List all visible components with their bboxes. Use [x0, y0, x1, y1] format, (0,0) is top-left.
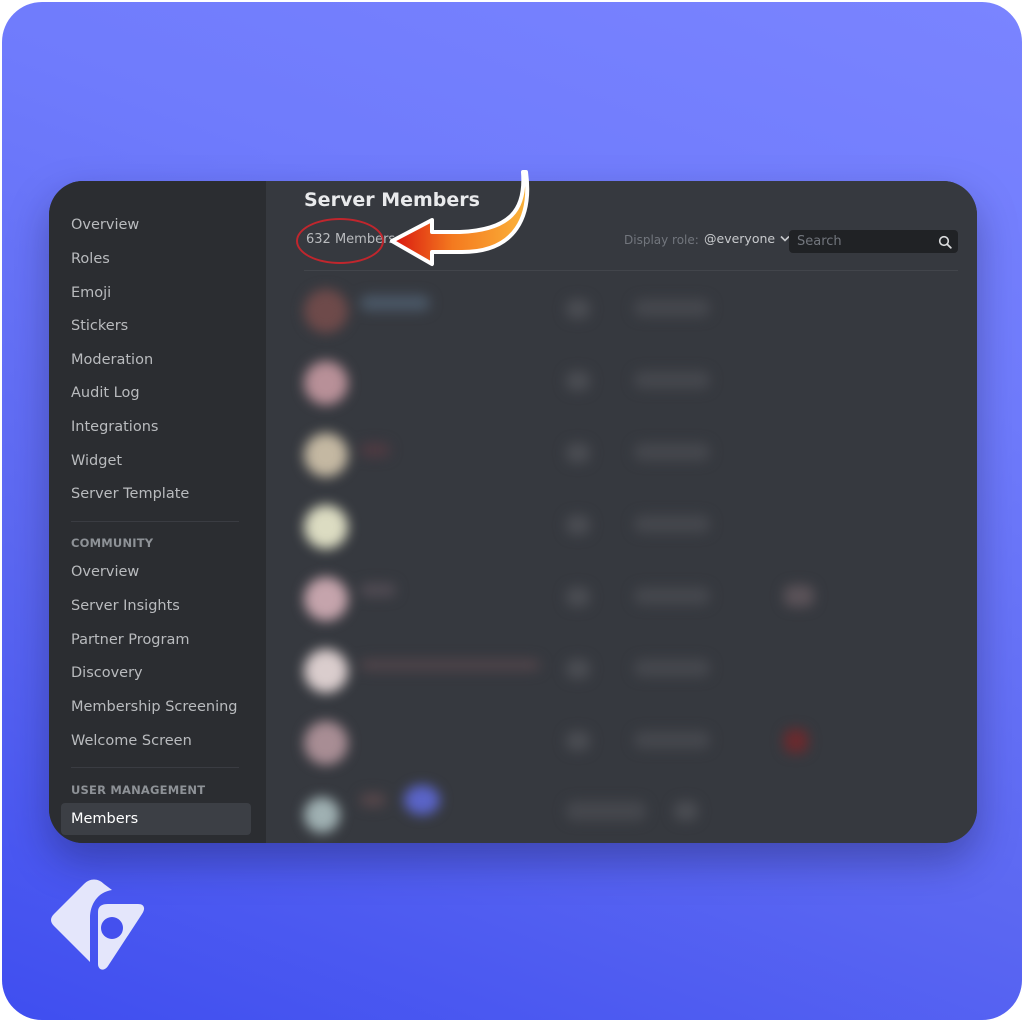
member-since [566, 443, 590, 463]
sidebar-item-label: Welcome Screen [71, 733, 192, 749]
avatar [304, 721, 348, 765]
sidebar-item-server-insights[interactable]: Server Insights [61, 590, 251, 622]
joined-date [634, 443, 710, 461]
sidebar-section-user-management: USER MANAGEMENT [71, 783, 206, 797]
member-badge [404, 785, 440, 815]
joined-date [634, 299, 710, 317]
sidebar-item-label: Overview [71, 217, 140, 233]
sidebar-item-label: Stickers [71, 318, 129, 334]
member-name [360, 793, 386, 807]
member-since [566, 299, 590, 319]
member-row[interactable] [304, 705, 958, 777]
avatar [304, 505, 348, 549]
sidebar-item-label: Discovery [71, 665, 143, 681]
settings-sidebar: Overview Roles Emoji Stickers Moderation… [49, 181, 266, 843]
member-row[interactable] [304, 273, 958, 345]
sidebar-item-partner-program[interactable]: Partner Program [61, 624, 251, 656]
sidebar-item-label: Moderation [71, 352, 154, 368]
avatar [304, 289, 348, 333]
joined-date [634, 515, 710, 533]
sidebar-item-label: Emoji [71, 285, 112, 301]
server-settings-window: Overview Roles Emoji Stickers Moderation… [49, 181, 977, 843]
avatar [304, 433, 348, 477]
member-name [360, 659, 540, 671]
sidebar-item-label: Partner Program [71, 632, 190, 648]
member-since [674, 801, 698, 821]
header-divider [304, 270, 958, 271]
member-list-blurred [304, 273, 958, 843]
member-since [566, 371, 590, 391]
sidebar-item-widget[interactable]: Widget [61, 445, 251, 477]
member-since [566, 731, 590, 751]
sidebar-item-overview[interactable]: Overview [61, 209, 251, 241]
avatar [304, 649, 348, 693]
sidebar-item-roles[interactable]: Roles [61, 243, 251, 275]
joined-date [634, 731, 710, 749]
sidebar-item-membership-screening[interactable]: Membership Screening [61, 691, 251, 723]
member-row[interactable] [304, 417, 958, 489]
sidebar-item-label: Membership Screening [71, 699, 238, 715]
sidebar-item-label: Overview [71, 564, 140, 580]
display-role-label: Display role: [624, 233, 699, 247]
sidebar-item-server-template[interactable]: Server Template [61, 478, 251, 510]
sidebar-item-label: Integrations [71, 419, 159, 435]
sidebar-item-welcome-screen[interactable]: Welcome Screen [61, 725, 251, 757]
sidebar-item-audit-log[interactable]: Audit Log [61, 377, 251, 409]
avatar [304, 361, 348, 405]
sidebar-item-label: Roles [71, 251, 110, 267]
member-since [566, 659, 590, 679]
sidebar-item-community-overview[interactable]: Overview [61, 556, 251, 588]
member-row[interactable] [304, 777, 958, 843]
member-row[interactable] [304, 345, 958, 417]
sidebar-divider [71, 521, 239, 522]
sidebar-item-emoji[interactable]: Emoji [61, 277, 251, 309]
brand-logo-icon [51, 879, 145, 970]
page-title: Server Members [304, 189, 480, 211]
member-name [360, 583, 396, 597]
avatar [304, 577, 348, 621]
sidebar-item-label: Widget [71, 453, 123, 469]
joined-date [634, 371, 710, 389]
sidebar-item-label: Server Template [71, 486, 190, 502]
highlight-circle [296, 218, 384, 264]
display-role-value: @everyone [704, 231, 776, 246]
display-role-select[interactable]: @everyone [704, 231, 790, 246]
sidebar-item-moderation[interactable]: Moderation [61, 344, 251, 376]
sidebar-item-members[interactable]: Members [61, 803, 251, 835]
member-row[interactable] [304, 633, 958, 705]
sidebar-item-label: Members [71, 811, 139, 827]
member-since [566, 515, 590, 535]
joined-date [634, 587, 710, 605]
sidebar-item-integrations[interactable]: Integrations [61, 411, 251, 443]
joined-date [566, 801, 646, 821]
member-name [360, 295, 430, 311]
role-badge [784, 729, 808, 753]
member-row[interactable] [304, 489, 958, 561]
sidebar-section-community: COMMUNITY [71, 536, 154, 550]
member-row[interactable] [304, 561, 958, 633]
avatar [304, 797, 340, 833]
role-badge [784, 585, 814, 607]
member-name [360, 443, 390, 457]
sidebar-item-discovery[interactable]: Discovery [61, 657, 251, 689]
sidebar-item-label: Server Insights [71, 598, 180, 614]
search-input[interactable] [795, 233, 938, 250]
member-since [566, 587, 590, 607]
sidebar-item-stickers[interactable]: Stickers [61, 310, 251, 342]
search-icon[interactable] [938, 235, 952, 249]
sidebar-item-label: Audit Log [71, 385, 140, 401]
sidebar-divider [71, 767, 239, 768]
members-panel: Server Members 632 Members Display role:… [266, 181, 977, 843]
search-field[interactable] [789, 230, 958, 253]
joined-date [634, 659, 710, 677]
